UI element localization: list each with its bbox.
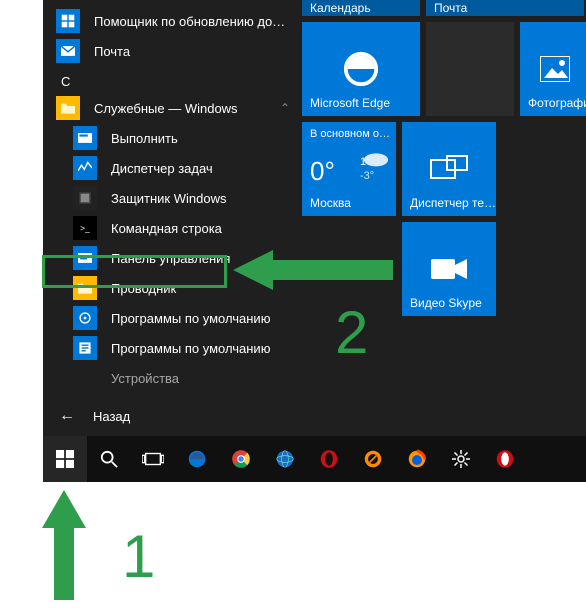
tile-caption: Диспетчер те… xyxy=(410,196,496,210)
orange-app-icon xyxy=(362,448,384,470)
tile-caption: Москва xyxy=(310,196,351,210)
app-label: Устройства xyxy=(111,371,298,386)
app-cmd[interactable]: >_ Командная строка xyxy=(43,213,298,243)
app-label: Диспетчер задач xyxy=(111,161,298,176)
app-devices[interactable]: Устройства xyxy=(43,363,298,393)
opera-icon xyxy=(318,448,340,470)
folder-icon xyxy=(56,96,80,120)
back-button[interactable]: ← Назад xyxy=(43,396,298,436)
app-label: Командная строка xyxy=(111,221,298,236)
app-list: Помощник по обновлению до… Почта С Служе… xyxy=(43,0,298,436)
tile-store[interactable] xyxy=(426,22,514,116)
firefox-icon xyxy=(406,448,428,470)
app-update-assistant[interactable]: Помощник по обновлению до… xyxy=(43,6,298,36)
tile-caption: Фотографии xyxy=(528,96,586,110)
gear-icon xyxy=(451,449,471,469)
task-chrome[interactable] xyxy=(219,436,263,482)
back-label: Назад xyxy=(93,409,130,424)
annotation-number-2: 2 xyxy=(335,298,368,367)
weather-temp: 0° xyxy=(310,156,335,187)
search-button[interactable] xyxy=(87,436,131,482)
app-taskmgr[interactable]: Диспетчер задач xyxy=(43,153,298,183)
task-firefox[interactable] xyxy=(395,436,439,482)
app-label: Проводник xyxy=(111,281,298,296)
taskbar xyxy=(43,436,586,482)
app-control-panel[interactable]: Панель управления xyxy=(43,243,298,273)
annotation-arrow-1 xyxy=(40,490,88,600)
globe-icon xyxy=(274,448,296,470)
cloud-icon xyxy=(362,148,390,168)
tile-caption: Календарь xyxy=(310,1,371,15)
task-edge[interactable] xyxy=(175,436,219,482)
control-panel-icon xyxy=(73,246,97,270)
win-update-icon xyxy=(56,9,80,33)
app-label: Выполнить xyxy=(111,131,298,146)
tile-mail-top[interactable]: Почта xyxy=(426,0,584,16)
devices-icon xyxy=(73,366,97,390)
app-label: Программы по умолчанию xyxy=(111,311,298,326)
tile-calendar[interactable]: Календарь xyxy=(302,0,420,16)
app-label: Защитник Windows xyxy=(111,191,298,206)
app-defaults-2[interactable]: Программы по умолчанию xyxy=(43,333,298,363)
tile-edge[interactable]: Microsoft Edge xyxy=(302,22,420,116)
group-items: Выполнить Диспетчер задач Защитник Windo… xyxy=(43,123,298,393)
tile-caption: Microsoft Edge xyxy=(310,96,390,110)
defender-icon xyxy=(73,186,97,210)
task-app[interactable] xyxy=(351,436,395,482)
app-defaults[interactable]: Программы по умолчанию xyxy=(43,303,298,333)
defaults-icon xyxy=(73,336,97,360)
explorer-icon xyxy=(73,276,97,300)
start-menu: Помощник по обновлению до… Почта С Служе… xyxy=(43,0,586,436)
app-explorer[interactable]: Проводник xyxy=(43,273,298,303)
start-button[interactable] xyxy=(43,436,87,482)
annotation-number-1: 1 xyxy=(122,522,155,591)
app-label: Панель управления xyxy=(111,251,298,266)
app-defender[interactable]: Защитник Windows xyxy=(43,183,298,213)
task-opera[interactable] xyxy=(307,436,351,482)
tile-connect[interactable]: Диспетчер те… xyxy=(402,122,496,216)
tile-caption: Видео Skype xyxy=(410,296,482,310)
tile-skype[interactable]: Видео Skype xyxy=(402,222,496,316)
task-globe[interactable] xyxy=(263,436,307,482)
app-label: Помощник по обновлению до… xyxy=(94,14,298,29)
app-group-system[interactable]: Служебные — Windows ⌃ xyxy=(43,93,298,123)
tile-weather[interactable]: В основном о… 0° 1° -3° Москва xyxy=(302,122,396,216)
weather-lo: -3° xyxy=(360,170,374,182)
tile-caption: Почта xyxy=(434,1,467,15)
app-mail[interactable]: Почта xyxy=(43,36,298,66)
app-label: Почта xyxy=(94,44,298,59)
weather-desc: В основном о… xyxy=(310,128,390,140)
task-settings[interactable] xyxy=(439,436,483,482)
task-opera-2[interactable] xyxy=(483,436,527,482)
run-icon xyxy=(73,126,97,150)
opera-icon xyxy=(494,448,516,470)
mail-icon xyxy=(56,39,80,63)
taskmgr-icon xyxy=(73,156,97,180)
app-label: Служебные — Windows xyxy=(94,101,272,116)
chrome-icon xyxy=(230,448,252,470)
tile-photos[interactable]: Фотографии xyxy=(520,22,586,116)
defaults-icon xyxy=(73,306,97,330)
tile-area: Календарь Почта Microsoft Edge Фотографи… xyxy=(298,0,586,436)
cmd-icon: >_ xyxy=(73,216,97,240)
taskview-button[interactable] xyxy=(131,436,175,482)
arrow-left-icon: ← xyxy=(59,407,75,425)
app-label: Программы по умолчанию xyxy=(111,341,298,356)
search-icon xyxy=(100,450,118,468)
app-run[interactable]: Выполнить xyxy=(43,123,298,153)
alpha-section[interactable]: С xyxy=(43,66,298,93)
taskview-icon xyxy=(142,451,164,467)
svg-text:>_: >_ xyxy=(80,223,90,233)
chevron-up-icon: ⌃ xyxy=(272,101,298,115)
windows-icon xyxy=(56,450,74,468)
edge-icon xyxy=(186,448,208,470)
